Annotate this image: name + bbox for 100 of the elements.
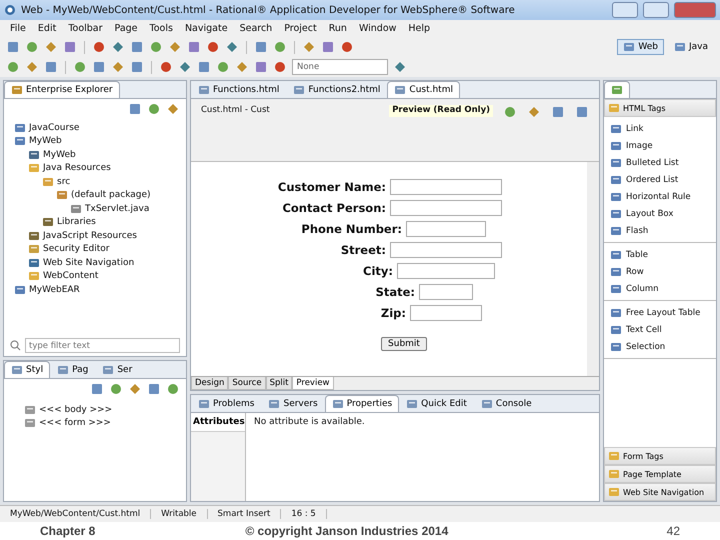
tree-item[interactable]: Web Site Navigation	[28, 256, 186, 270]
tab[interactable]: Enterprise Explorer	[4, 81, 120, 98]
diamond-icon[interactable]	[302, 40, 316, 54]
diamond-icon[interactable]	[166, 102, 180, 116]
palette-item[interactable]: Column	[610, 280, 716, 297]
editor-heading: Cust.html - Cust	[201, 105, 271, 117]
palette-drawer[interactable]: HTML Tags	[604, 99, 716, 117]
form-label: State:	[374, 284, 415, 298]
input-field[interactable]	[410, 304, 482, 320]
diamond-icon[interactable]	[128, 382, 142, 396]
palette-item[interactable]: Free Layout Table	[610, 304, 716, 321]
tab[interactable]: Cust.html	[387, 81, 460, 98]
tab[interactable]: Problems	[191, 395, 262, 412]
menu-item[interactable]: Window	[354, 22, 400, 35]
menu-item[interactable]: Project	[280, 22, 321, 35]
form-label: Street:	[340, 242, 386, 256]
menu-item[interactable]: Page	[110, 22, 142, 35]
tab[interactable]: Servers	[261, 395, 325, 412]
tab[interactable]: Properties	[324, 395, 400, 412]
maximize-button[interactable]	[643, 2, 669, 18]
perspective-button[interactable]: Web	[617, 39, 664, 55]
menu-item[interactable]: Search	[236, 22, 276, 35]
tab[interactable]: Pag	[50, 361, 96, 378]
font-combo[interactable]: None	[292, 59, 388, 75]
diamond-icon[interactable]	[111, 40, 125, 54]
palette-drawer[interactable]: Form Tags	[604, 447, 716, 465]
tree-item[interactable]: JavaCourse	[14, 121, 186, 134]
input-field[interactable]	[397, 262, 495, 278]
diamond-icon[interactable]	[168, 40, 182, 54]
diamond-icon[interactable]	[178, 60, 192, 74]
palette-tab[interactable]	[604, 81, 630, 98]
input-field[interactable]	[390, 178, 502, 194]
minimize-button[interactable]	[612, 2, 638, 18]
palette-item[interactable]: Link	[610, 120, 716, 137]
tab[interactable]: Split	[266, 377, 292, 390]
menu-item[interactable]: Toolbar	[64, 22, 107, 35]
menu-item[interactable]: File	[6, 22, 30, 35]
tab[interactable]: Design	[191, 377, 228, 390]
tab[interactable]: Source	[228, 377, 266, 390]
input-field[interactable]	[419, 284, 473, 300]
slide-copyright: © copyright Janson Industries 2014	[245, 524, 448, 538]
tab[interactable]: Preview	[292, 377, 334, 390]
status-path: MyWeb/WebContent/Cust.html	[0, 509, 152, 519]
tree-item[interactable]: (default package)	[56, 188, 186, 202]
tree-item[interactable]: Java Resources	[28, 162, 186, 175]
palette-item[interactable]: Text Cell	[610, 321, 716, 338]
perspective-button[interactable]: Java	[668, 39, 714, 55]
menu-item[interactable]: Help	[404, 22, 434, 35]
menu-item[interactable]: Navigate	[180, 22, 232, 35]
diamond-icon[interactable]	[25, 60, 39, 74]
menu-item[interactable]: Edit	[34, 22, 60, 35]
tree-item[interactable]: Libraries	[42, 216, 186, 229]
form-label: Phone Number:	[300, 222, 402, 236]
tab[interactable]: Console	[474, 395, 539, 412]
diamond-icon[interactable]	[225, 40, 239, 54]
palette-item[interactable]: Bulleted List	[610, 154, 716, 171]
tree-item[interactable]: WebContent	[28, 270, 186, 283]
tab[interactable]: Ser	[95, 361, 140, 378]
palette-drawer[interactable]: Web Site Navigation	[604, 483, 716, 501]
palette-item[interactable]: Horizontal Rule	[610, 188, 716, 205]
status-mode: Writable	[151, 509, 208, 519]
submit-button[interactable]: Submit	[381, 337, 427, 351]
diamond-icon[interactable]	[527, 105, 541, 119]
palette-item[interactable]: Layout Box	[610, 205, 716, 222]
tree-item[interactable]: MyWeb	[14, 134, 186, 148]
palette-item[interactable]: Row	[610, 263, 716, 280]
tab[interactable]: Functions.html	[191, 81, 286, 98]
palette-item[interactable]: Selection	[610, 338, 716, 355]
palette-item[interactable]: Table	[610, 246, 716, 263]
mode-label: Preview (Read Only)	[389, 105, 493, 117]
tree-item[interactable]: MyWebEAR	[14, 283, 186, 296]
tree-item[interactable]: TxServlet.java	[70, 202, 186, 216]
tree-item[interactable]: Security Editor	[28, 242, 186, 256]
diamond-icon[interactable]	[393, 60, 407, 74]
tab[interactable]: Quick Edit	[399, 395, 474, 412]
diamond-icon[interactable]	[111, 60, 125, 74]
input-field[interactable]	[390, 242, 502, 258]
attributes-tab[interactable]: Attributes	[191, 413, 245, 432]
diamond-icon[interactable]	[235, 60, 249, 74]
palette-item[interactable]: Flash	[610, 222, 716, 239]
filter-field[interactable]: type filter text	[25, 338, 180, 353]
palette-item[interactable]: Image	[610, 137, 716, 154]
input-field[interactable]	[406, 220, 486, 236]
tree-item[interactable]: JavaScript Resources	[28, 229, 186, 242]
menu-item[interactable]: Tools	[146, 22, 177, 35]
empty-message: No attribute is available.	[253, 416, 366, 429]
outline-item[interactable]: <<< form >>>	[24, 416, 166, 430]
tab[interactable]: Functions2.html	[286, 81, 388, 98]
palette-drawer[interactable]: Page Template	[604, 465, 716, 483]
tree-item[interactable]: src	[42, 175, 186, 188]
form-label: Customer Name:	[276, 180, 386, 194]
palette-item[interactable]: Ordered List	[610, 171, 716, 188]
diamond-icon[interactable]	[44, 40, 58, 54]
slide-chapter: Chapter 8	[40, 524, 96, 538]
tree-item[interactable]: MyWeb	[28, 148, 186, 162]
outline-item[interactable]: <<< body >>>	[24, 403, 166, 416]
menu-item[interactable]: Run	[324, 22, 351, 35]
input-field[interactable]	[390, 200, 502, 216]
tab[interactable]: Styl	[4, 361, 50, 378]
form-label: City:	[362, 264, 393, 278]
